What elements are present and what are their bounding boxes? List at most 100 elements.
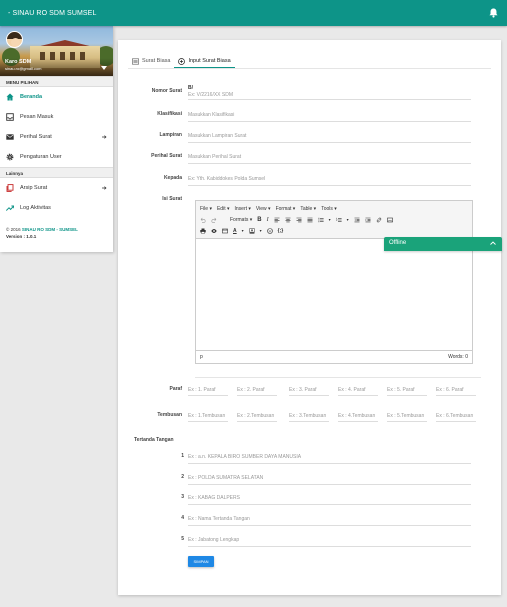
tembusan-input-3[interactable]: Ex : 3.Tembusan (289, 409, 329, 422)
lampiran-input[interactable]: Masukkan Lampiran Surat (188, 128, 471, 143)
archive-icon (6, 184, 14, 192)
row-number: 2 (181, 474, 184, 480)
klasifikasi-label: Klasifikasi (157, 111, 182, 117)
menu-view[interactable]: View ▾ (256, 206, 271, 212)
menu-tools[interactable]: Tools ▾ (321, 206, 337, 212)
tembusan-input-5[interactable]: Ex : 5.Tembusan (387, 409, 427, 422)
lampiran-label: Lampiran (159, 132, 182, 138)
sidebar-item-label: Log Aktivitas (20, 205, 51, 211)
menu-section-title: MENU PILIHAN (0, 76, 113, 87)
paraf-input-6[interactable]: Ex : 6. Paraf (436, 383, 476, 396)
align-left-icon[interactable] (274, 217, 280, 223)
formats-dropdown[interactable]: Formats ▾ (230, 217, 252, 223)
tertanda-input-2[interactable]: Ex : POLDA SUMATRA SELATAN (188, 470, 471, 485)
text-color-button[interactable]: A (233, 228, 237, 234)
menu-table[interactable]: Table ▾ (300, 206, 316, 212)
bullet-list-icon[interactable] (317, 217, 324, 223)
editor-tools-row: A ▾ ▾ {;} (200, 225, 468, 236)
sidebar-item-label: Pesan Masuk (20, 114, 54, 120)
tertanda-input-4[interactable]: Ex : Nama Tertanda Tangan (188, 511, 471, 526)
tertanda-input-1[interactable]: Ex : a.n. KEPALA BIRO SUMBER DAYA MANUSI… (188, 449, 471, 464)
source-code-button[interactable]: {;} (278, 228, 284, 234)
menu-insert[interactable]: Insert ▾ (235, 206, 251, 212)
user-email: sinau.ro@gmail.com (5, 66, 42, 71)
bold-button[interactable]: B (257, 217, 261, 223)
perihal-label: Perihal Surat (151, 153, 182, 159)
sidebar-item-pengaturan-user[interactable]: Pengaturan User (0, 147, 113, 167)
preview-icon[interactable] (211, 228, 217, 234)
footer-copyright: © 2016 SINAU RO SDM - SUMSEL Version : 1… (0, 218, 113, 240)
sidebar-item-beranda[interactable]: Beranda (0, 87, 113, 107)
numbered-list-icon[interactable] (335, 217, 342, 223)
tertanda-input-5[interactable]: Ex : Jabatong Lengkap (188, 532, 471, 547)
chat-widget[interactable]: Offline (384, 237, 502, 251)
lampiran-row: Lampiran Masukkan Lampiran Surat (118, 125, 501, 145)
menu-file[interactable]: File ▾ (200, 206, 212, 212)
align-justify-icon[interactable] (307, 217, 313, 223)
tab-surat-biasa[interactable]: Surat Biasa (128, 54, 174, 68)
outdent-icon[interactable] (354, 217, 360, 223)
tembusan-input-6[interactable]: Ex : 6.Tembusan (436, 409, 476, 422)
tembusan-input-2[interactable]: Ex : 2.Tembusan (237, 409, 277, 422)
chevron-right-icon (102, 186, 107, 190)
paraf-input-5[interactable]: Ex : 5. Paraf (387, 383, 427, 396)
trending-icon (6, 205, 14, 211)
copyright-prefix: © 2016 (6, 227, 21, 232)
inbox-icon (6, 113, 14, 121)
perihal-input[interactable]: Masukkan Perihal Surat (188, 149, 471, 164)
paraf-input-1[interactable]: Ex : 1. Paraf (188, 383, 228, 396)
tertanda-input-3[interactable]: Ex : KABAG DALPERS (188, 490, 471, 505)
tembusan-row: Tembusan Ex : 1.Tembusan Ex : 2.Tembusan… (118, 405, 501, 425)
tab-label: Surat Biasa (142, 58, 171, 64)
tab-input-surat-biasa[interactable]: Input Surat Biasa (174, 54, 235, 69)
tembusan-input-4[interactable]: Ex : 4.Tembusan (338, 409, 378, 422)
tertanda-row-3: 3 Ex : KABAG DALPERS (118, 487, 501, 507)
chat-status-label: Offline (389, 240, 407, 246)
avatar[interactable] (6, 31, 23, 48)
nomor-surat-row: Nomor Surat B/ Ex: V/2216/XX SDM (118, 81, 501, 101)
paraf-label: Paraf (169, 386, 182, 392)
print-icon[interactable] (200, 228, 206, 234)
align-right-icon[interactable] (296, 217, 302, 223)
align-center-icon[interactable] (285, 217, 291, 223)
chevron-up-icon[interactable] (490, 241, 496, 245)
kepada-input[interactable]: Ex: Yth. Kabiddokes Polda Sumsel (188, 171, 471, 186)
media-icon[interactable] (222, 228, 228, 234)
link-icon[interactable] (376, 217, 382, 223)
klasifikasi-row: Klasifikasi Masukkan Klasifikasi (118, 104, 501, 124)
form-card: Surat Biasa Input Surat Biasa Nomor Sura… (118, 40, 501, 595)
chevron-down-icon[interactable] (101, 66, 107, 70)
emoticon-icon[interactable] (266, 227, 273, 234)
editor-toolbar: File ▾ Edit ▾ Insert ▾ View ▾ Format ▾ T… (196, 201, 472, 239)
sidebar-item-label: Perihal Surat (20, 134, 52, 140)
tertanda-row-4: 4 Ex : Nama Tertanda Tangan (118, 508, 501, 528)
sidebar-item-pesan-masuk[interactable]: Pesan Masuk (0, 107, 113, 127)
klasifikasi-input[interactable]: Masukkan Klasifikasi (188, 107, 471, 122)
add-circle-icon (178, 57, 186, 65)
image-icon[interactable] (386, 217, 393, 223)
tembusan-input-1[interactable]: Ex : 1.Tembusan (188, 409, 228, 422)
home-icon (6, 93, 14, 101)
top-app-bar: - SINAU RO SDM SUMSEL (0, 0, 507, 26)
menu-edit[interactable]: Edit ▾ (217, 206, 230, 212)
bell-icon[interactable] (489, 8, 498, 18)
save-button[interactable]: SIMPAN (188, 556, 214, 567)
sidebar-item-arsip-surat[interactable]: Arsip Surat (0, 178, 113, 198)
sidebar: Karo SDM sinau.ro@gmail.com MENU PILIHAN… (0, 26, 113, 252)
undo-icon[interactable] (200, 217, 206, 223)
menu-format[interactable]: Format ▾ (276, 206, 296, 212)
paraf-input-2[interactable]: Ex : 2. Paraf (237, 383, 277, 396)
kepada-row: Kepada Ex: Yth. Kabiddokes Polda Sumsel (118, 168, 501, 188)
indent-icon[interactable] (365, 217, 371, 223)
sidebar-item-perihal-surat[interactable]: Perihal Surat (0, 127, 113, 147)
paraf-input-3[interactable]: Ex : 3. Paraf (289, 383, 329, 396)
background-color-icon[interactable] (248, 227, 255, 234)
redo-icon[interactable] (211, 217, 217, 223)
sidebar-item-log-aktivitas[interactable]: Log Aktivitas (0, 198, 113, 218)
copyright-brand: SINAU RO SDM - SUMSEL (21, 227, 78, 232)
italic-button[interactable]: I (267, 217, 269, 223)
paraf-input-4[interactable]: Ex : 4. Paraf (338, 383, 378, 396)
nomor-surat-input[interactable]: Ex: V/2216/XX SDM (188, 90, 471, 100)
editor-content-area[interactable] (196, 239, 472, 350)
tertanda-row-5: 5 Ex : Jabatong Lengkap (118, 529, 501, 549)
